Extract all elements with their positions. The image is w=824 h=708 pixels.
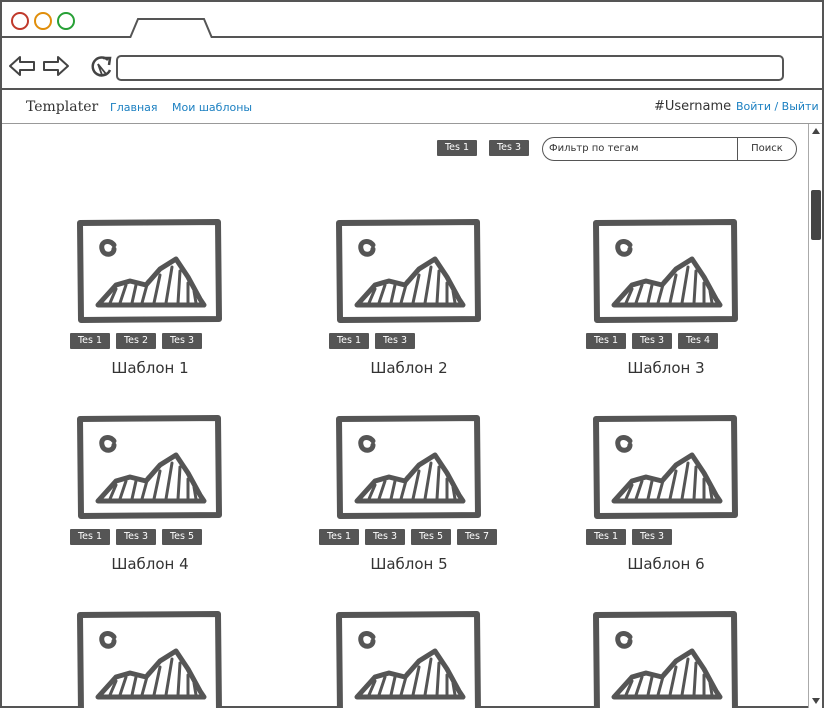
image-placeholder-icon[interactable] <box>592 611 740 708</box>
card-tag[interactable]: Tes 2 <box>116 333 156 349</box>
template-title[interactable]: Шаблон 1 <box>70 359 230 377</box>
card-tag[interactable]: Tes 1 <box>586 333 626 349</box>
reload-icon[interactable] <box>88 54 116 78</box>
filter-tag[interactable]: Tes 1 <box>437 140 477 156</box>
card-tag-list: Tes 1 Tes 2 Tes 3 <box>70 328 270 349</box>
card-tag[interactable]: Tes 1 <box>70 333 110 349</box>
scrollbar-thumb[interactable] <box>811 190 821 240</box>
card-tag-list: Tes 1 Tes 3 <box>329 328 529 349</box>
card-tag[interactable]: Tes 4 <box>678 333 718 349</box>
image-placeholder-icon[interactable] <box>592 219 740 323</box>
card-tag[interactable]: Tes 3 <box>365 529 405 545</box>
image-placeholder-icon[interactable] <box>335 611 483 708</box>
nav-link-home[interactable]: Главная <box>110 101 158 114</box>
filter-tag[interactable]: Tes 3 <box>489 140 529 156</box>
forward-arrow-icon[interactable] <box>42 54 70 78</box>
maximize-window-button[interactable] <box>57 12 75 30</box>
image-placeholder-icon[interactable] <box>76 415 224 519</box>
template-title[interactable]: Шаблон 5 <box>329 555 489 573</box>
card-tag-list: Tes 1 Tes 3 Tes 5 <box>70 524 270 545</box>
template-title[interactable]: Шаблон 3 <box>586 359 746 377</box>
scroll-up-icon[interactable] <box>812 128 820 134</box>
card-tag[interactable]: Tes 3 <box>375 333 415 349</box>
vertical-scrollbar[interactable] <box>808 124 822 708</box>
search-button[interactable]: Поиск <box>737 137 797 161</box>
app-brand[interactable]: Templater <box>26 99 98 115</box>
template-title[interactable]: Шаблон 6 <box>586 555 746 573</box>
browser-tab[interactable] <box>128 18 214 38</box>
back-arrow-icon[interactable] <box>8 54 36 78</box>
image-placeholder-icon[interactable] <box>335 219 483 323</box>
tag-filter-input[interactable]: Фильтр по тегам <box>542 137 738 161</box>
image-placeholder-icon[interactable] <box>335 415 483 519</box>
template-title[interactable]: Шаблон 4 <box>70 555 230 573</box>
card-tag[interactable]: Tes 1 <box>319 529 359 545</box>
card-tag[interactable]: Tes 7 <box>457 529 497 545</box>
template-title[interactable]: Шаблон 2 <box>329 359 489 377</box>
image-placeholder-icon[interactable] <box>592 415 740 519</box>
url-input[interactable] <box>116 55 784 81</box>
address-bar <box>2 38 822 90</box>
image-placeholder-icon[interactable] <box>76 611 224 708</box>
card-tag[interactable]: Tes 3 <box>116 529 156 545</box>
close-window-button[interactable] <box>11 12 29 30</box>
card-tag[interactable]: Tes 3 <box>162 333 202 349</box>
image-placeholder-icon[interactable] <box>76 219 224 323</box>
card-tag[interactable]: Tes 3 <box>632 333 672 349</box>
browser-window: Templater Главная Мои шаблоны #Username … <box>0 0 824 708</box>
scroll-down-icon[interactable] <box>812 698 820 704</box>
minimize-window-button[interactable] <box>34 12 52 30</box>
card-tag-list: Tes 1 Tes 3 <box>586 524 786 545</box>
card-tag[interactable]: Tes 1 <box>70 529 110 545</box>
app-navbar: Templater Главная Мои шаблоны #Username … <box>2 90 822 124</box>
card-tag-list: Tes 1 Tes 3 Tes 4 <box>586 328 786 349</box>
login-logout-link[interactable]: Войти / Выйти <box>736 100 819 113</box>
card-tag[interactable]: Tes 1 <box>329 333 369 349</box>
card-tag[interactable]: Tes 5 <box>411 529 451 545</box>
username-label: #Username <box>654 99 732 114</box>
card-tag-list: Tes 1 Tes 3 Tes 5 Tes 7 <box>319 524 519 545</box>
card-tag[interactable]: Tes 1 <box>586 529 626 545</box>
card-tag[interactable]: Tes 3 <box>632 529 672 545</box>
title-bar <box>2 2 822 38</box>
card-tag[interactable]: Tes 5 <box>162 529 202 545</box>
nav-link-my-templates[interactable]: Мои шаблоны <box>172 101 252 114</box>
